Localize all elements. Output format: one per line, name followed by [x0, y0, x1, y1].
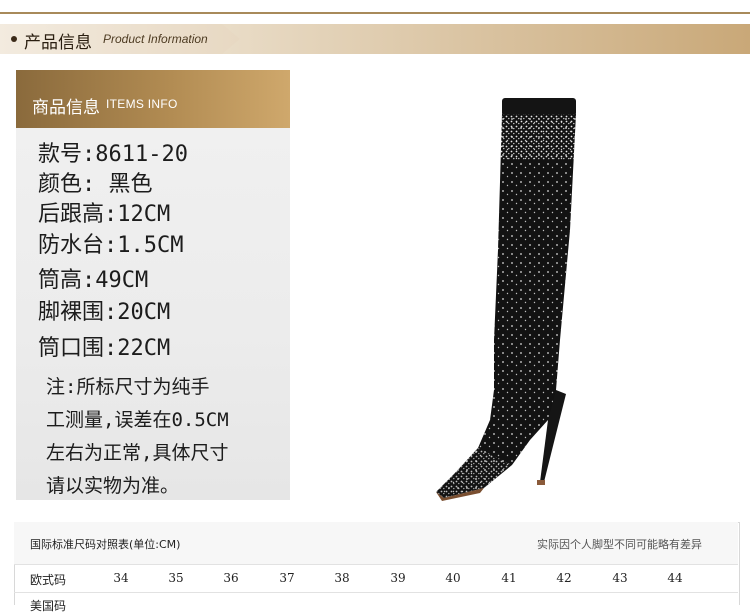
spec-shaft-height: 筒高:49CM	[38, 268, 149, 293]
spec-heel-height: 后跟高:12CM	[38, 202, 171, 227]
size-cell: 37	[279, 571, 295, 585]
spec-color: 颜色: 黑色	[38, 172, 153, 197]
row-divider	[14, 592, 738, 593]
size-cell: 40	[445, 571, 461, 585]
note-line: 左右为正常,具体尺寸	[46, 442, 229, 464]
product-image	[420, 90, 600, 510]
spec-style-number: 款号:8611-20	[38, 142, 188, 167]
size-cell: 44	[667, 571, 683, 585]
bullet-icon	[11, 36, 17, 42]
note-line: 工测量,误差在0.5CM	[46, 409, 229, 431]
size-cell: 43	[612, 571, 628, 585]
heel-tip	[537, 480, 545, 485]
spec-ankle-circumference: 脚裸围:20CM	[38, 300, 171, 325]
top-divider	[0, 12, 750, 14]
size-cell: 35	[168, 571, 184, 585]
size-table-title: 国际标准尺码对照表(单位:CM)	[30, 538, 181, 551]
size-cell: 38	[334, 571, 350, 585]
size-cell: 34	[113, 571, 129, 585]
over-knee-boot-icon	[436, 98, 576, 501]
spec-platform: 防水台:1.5CM	[38, 233, 184, 258]
note-line: 注:所标尺寸为纯手	[46, 376, 210, 398]
info-card-title-cn: 商品信息	[32, 98, 100, 118]
info-card-title-en: ITEMS INFO	[106, 97, 178, 111]
size-row-label-us: 美国码	[30, 599, 67, 613]
size-cell: 42	[556, 571, 572, 585]
boot-cuff	[502, 98, 576, 116]
size-row-label-eu: 欧式码	[30, 573, 67, 587]
section-title-cn: 产品信息	[24, 33, 92, 53]
size-cell: 36	[223, 571, 239, 585]
rhinestone-dense-top	[500, 114, 576, 160]
spec-opening-circumference: 筒口围:22CM	[38, 336, 171, 361]
size-cell: 39	[390, 571, 406, 585]
rhinestone-pattern	[436, 114, 576, 498]
section-title-en: Product Information	[103, 32, 208, 46]
note-line: 请以实物为准。	[46, 475, 180, 497]
size-cell: 41	[501, 571, 517, 585]
size-table-note: 实际因个人脚型不同可能略有差异	[537, 538, 702, 551]
